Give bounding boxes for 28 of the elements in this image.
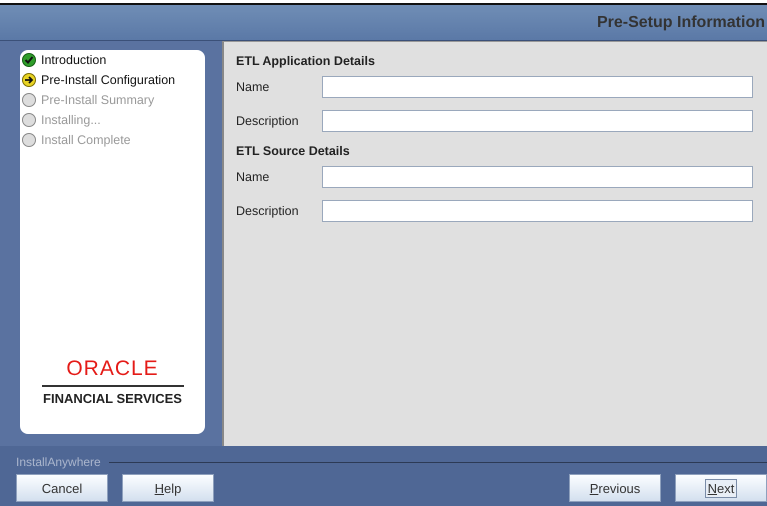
section-title: ETL Source Details [236,144,351,158]
arrow-icon [22,73,36,87]
step-label: Installing... [41,113,101,127]
field-label: Name [236,80,270,94]
cancel-button[interactable]: Cancel [16,474,108,502]
circle-icon [22,113,36,127]
circle-icon [22,133,36,147]
field-label: Name [236,170,270,184]
circle-icon [22,93,36,107]
page-title: Pre-Setup Information [596,14,765,32]
input-field[interactable] [322,110,753,132]
help-button[interactable]: Help [122,474,214,502]
logo-subtitle: FINANCIAL SERVICES [43,391,182,406]
step-label: Install Complete [41,133,131,147]
field-label: Description [236,204,300,218]
step-label: Pre-Install Configuration [41,73,176,87]
vendor-label: InstallAnywhere [16,455,101,469]
section-title: ETL Application Details [236,54,376,68]
input-field[interactable] [322,76,753,98]
logo-wordmark: ORACLE [42,357,184,387]
input-field[interactable] [322,166,753,188]
input-field[interactable] [322,200,753,222]
next-button[interactable]: Next [675,474,767,502]
step-label: Introduction [41,53,106,67]
step-label: Pre-Install Summary [41,93,154,107]
field-label: Description [236,114,300,128]
check-icon [22,53,36,67]
previous-button[interactable]: Previous [569,474,661,502]
